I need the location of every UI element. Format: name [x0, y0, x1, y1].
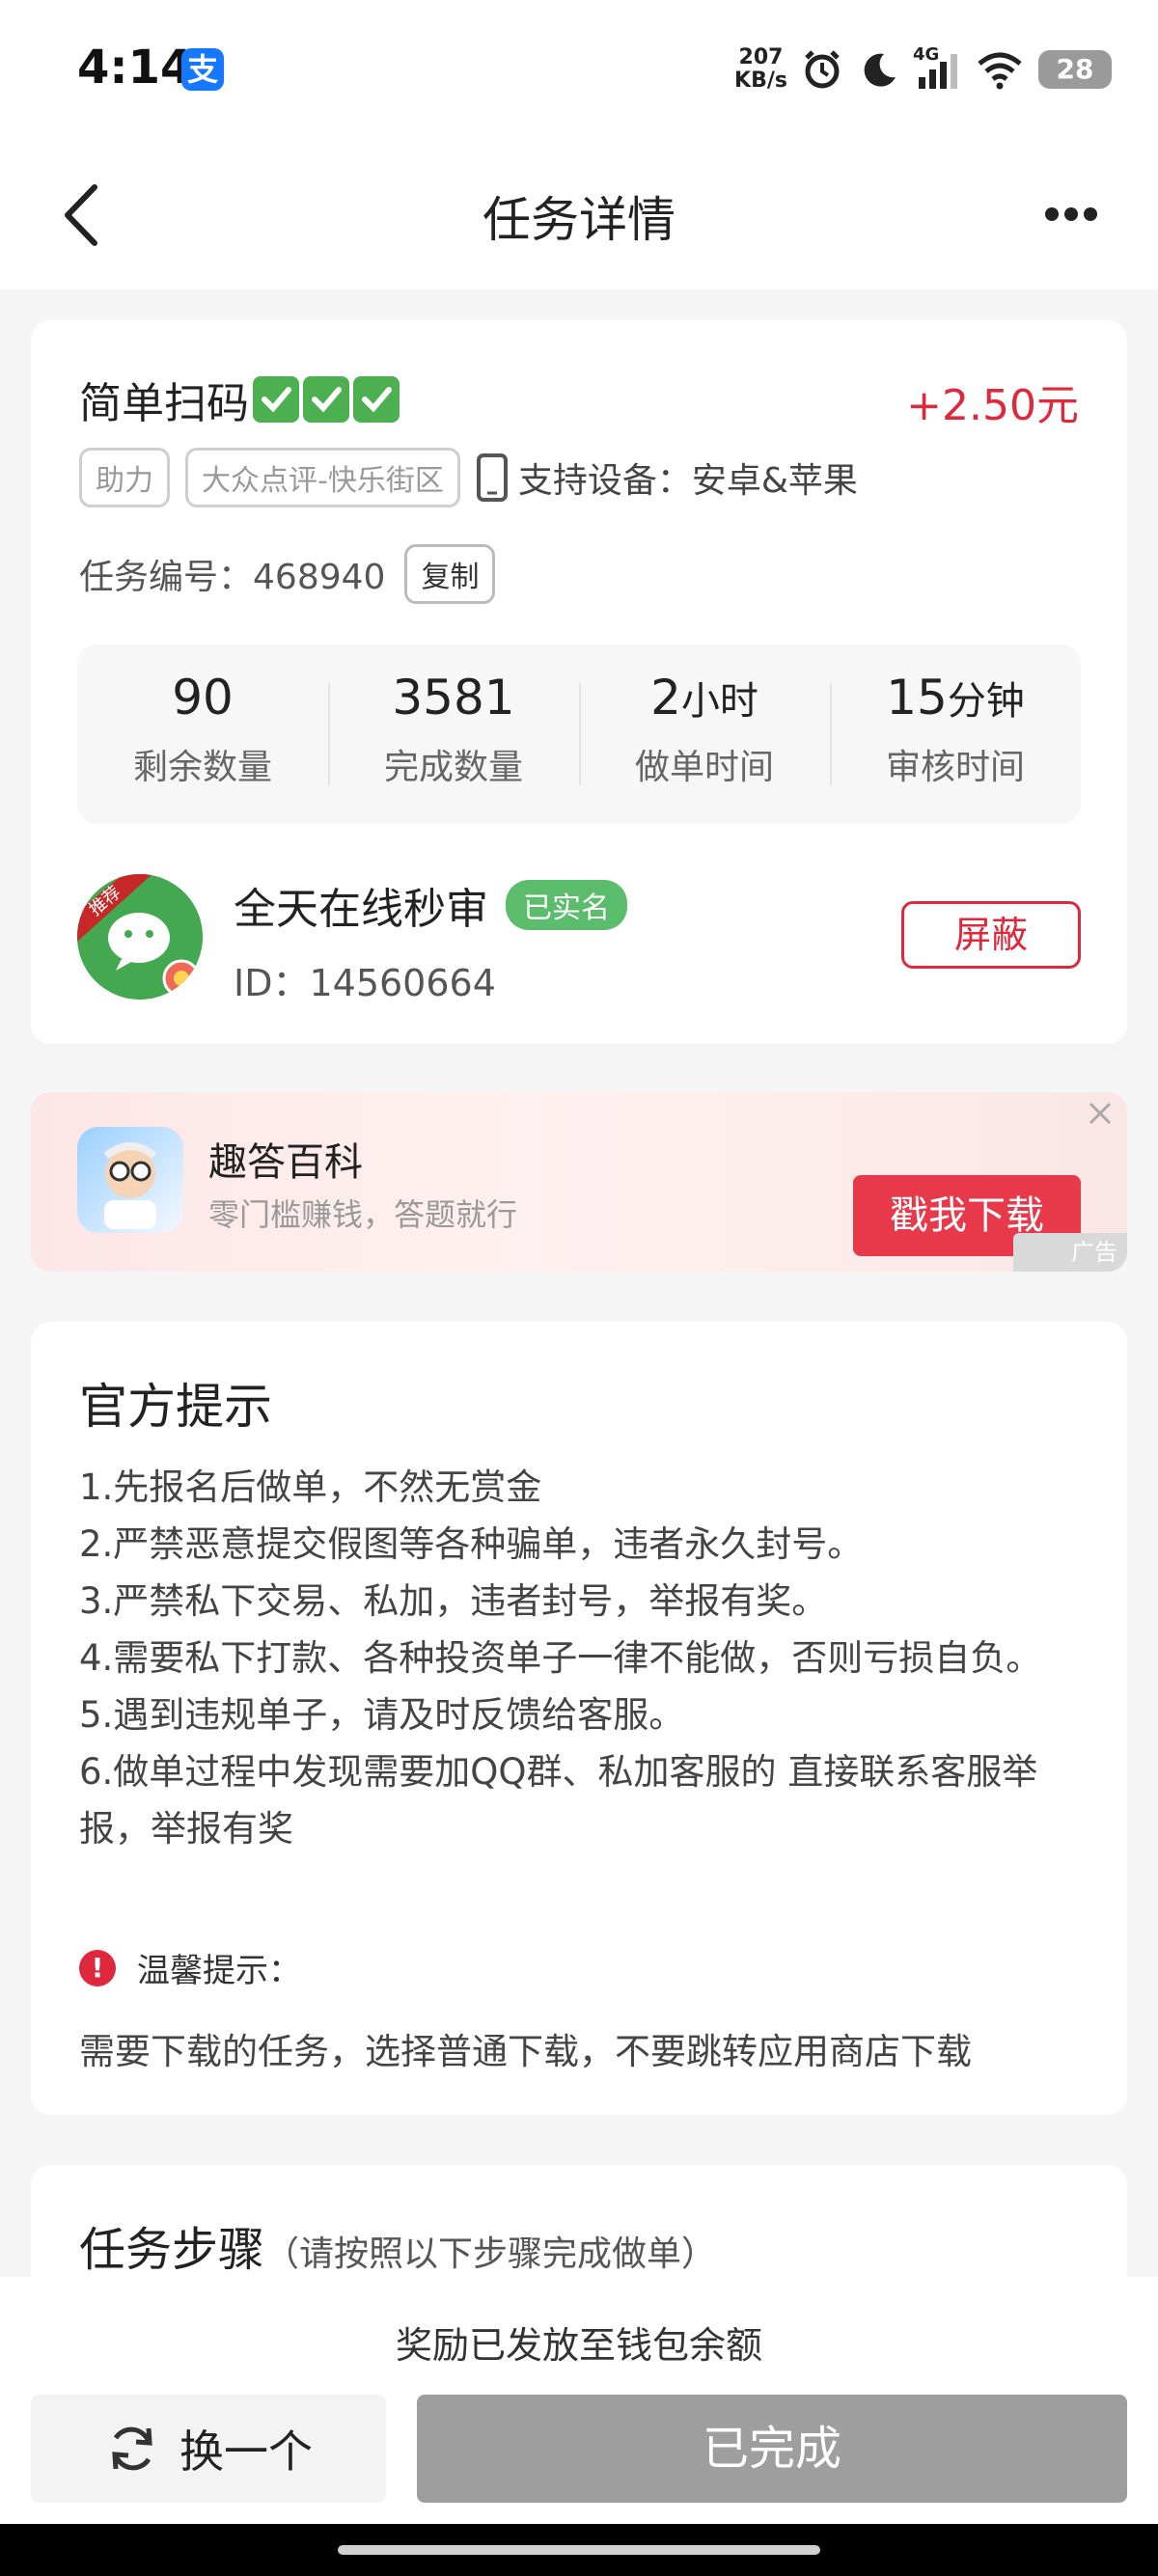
check-mark-icon [253, 376, 299, 423]
verified-badge: 已实名 [506, 880, 627, 930]
tag-platform: 大众点评-快乐街区 [185, 448, 460, 507]
warning-icon: ! [79, 1949, 116, 1987]
tips-title: 官方提示 [79, 1379, 272, 1435]
tip-item: 5.遇到违规单子，请及时反馈给客服。 [79, 1694, 685, 1736]
stat-remaining: 90 剩余数量 [132, 670, 272, 787]
stat-completed: 3581 完成数量 [328, 644, 579, 824]
completed-button[interactable]: 已完成 [417, 2395, 1127, 2503]
copy-button[interactable]: 复制 [404, 544, 496, 604]
warm-tip-header: ! 温馨提示： [79, 1944, 301, 1991]
task-reward: +2.50元 [906, 381, 1079, 430]
close-icon[interactable] [1081, 1094, 1119, 1133]
status-bar: 4:14 支 207 KB/s 4G 28 [0, 0, 1158, 145]
publisher-id: ID：14560664 [234, 962, 496, 1004]
status-time: 4:14 [77, 41, 193, 95]
network-speed: 207 KB/s [734, 45, 787, 93]
tip-item: 6.做单过程中发现需要加QQ群、私加客服的 直接联系客服举报，举报有奖 [79, 1751, 1038, 1850]
signal-icon: 4G [913, 44, 961, 91]
refresh-icon [112, 2426, 152, 2471]
steps-subtitle: （请按照以下步骤完成做单） [264, 2234, 717, 2274]
tip-item: 1.先报名后做单，不然无赏金 [79, 1466, 542, 1508]
ad-app-icon [77, 1127, 183, 1233]
tag-boost: 助力 [79, 448, 170, 507]
status-icons: 207 KB/s 4G 28 [734, 39, 1112, 100]
more-icon[interactable] [1042, 205, 1100, 224]
tips-list: 1.先报名后做单，不然无赏金 2.严禁恶意提交假图等各种骗单，违者永久封号。 3… [79, 1459, 1083, 1857]
official-tips-card: 官方提示 1.先报名后做单，不然无赏金 2.严禁恶意提交假图等各种骗单，违者永久… [31, 1322, 1127, 2115]
task-tags: 助力 大众点评-快乐街区 支持设备：安卓&苹果 [79, 448, 858, 507]
wifi-icon [978, 52, 1022, 90]
tip-item: 2.严禁恶意提交假图等各种骗单，违者永久封号。 [79, 1523, 864, 1565]
publisher-name: 全天在线秒审 已实名 [234, 874, 627, 936]
avatar[interactable]: 推荐 [77, 874, 203, 1000]
swap-task-button[interactable]: 换一个 [31, 2395, 386, 2503]
warm-tip-text: 需要下载的任务，选择普通下载，不要跳转应用商店下载 [79, 2031, 972, 2072]
phone-icon [476, 453, 508, 502]
ad-label: 广告 [1013, 1233, 1127, 1272]
check-mark-icon [353, 376, 400, 423]
alarm-icon [805, 50, 840, 89]
task-card: 简单扫码 +2.50元 助力 大众点评-快乐街区 支持设备：安卓&苹果 任务编号… [31, 320, 1127, 1044]
battery-icon: 28 [1038, 50, 1112, 89]
task-number: 任务编号：468940 复制 [79, 544, 496, 604]
check-mark-icon [303, 376, 349, 423]
page-title: 任务详情 [482, 192, 676, 248]
moon-icon [864, 53, 896, 87]
tip-item: 3.严禁私下交易、私加，违者封号，举报有奖。 [79, 1580, 828, 1622]
task-stats: 90 剩余数量 3581 完成数量 2小时 做单时间 15分钟 审核时间 [77, 644, 1081, 824]
home-indicator[interactable] [338, 2545, 820, 2555]
steps-title: 任务步骤（请按照以下步骤完成做单） [79, 2223, 717, 2277]
stat-review-time: 15分钟 审核时间 [830, 644, 1081, 824]
tip-item: 4.需要私下打款、各种投资单子一律不能做，否则亏损自负。 [79, 1637, 1042, 1679]
stat-work-time: 2小时 做单时间 [579, 644, 830, 824]
ad-banner[interactable]: 趣答百科 零门槛赚钱，答题就行 戳我下载 广告 [31, 1092, 1127, 1272]
bottom-action-bar: 奖励已发放至钱包余额 换一个 已完成 [0, 2277, 1158, 2524]
ad-title: 趣答百科 [208, 1140, 363, 1185]
alipay-icon: 支 [181, 48, 224, 91]
system-nav-bar [0, 2524, 1158, 2576]
supported-devices: 支持设备：安卓&苹果 [476, 452, 858, 503]
nav-bar: 任务详情 [0, 145, 1158, 289]
task-title: 简单扫码 [79, 369, 400, 430]
block-button[interactable]: 屏蔽 [901, 901, 1081, 969]
reward-note: 奖励已发放至钱包余额 [395, 2324, 762, 2367]
ad-description: 零门槛赚钱，答题就行 [208, 1196, 518, 1233]
